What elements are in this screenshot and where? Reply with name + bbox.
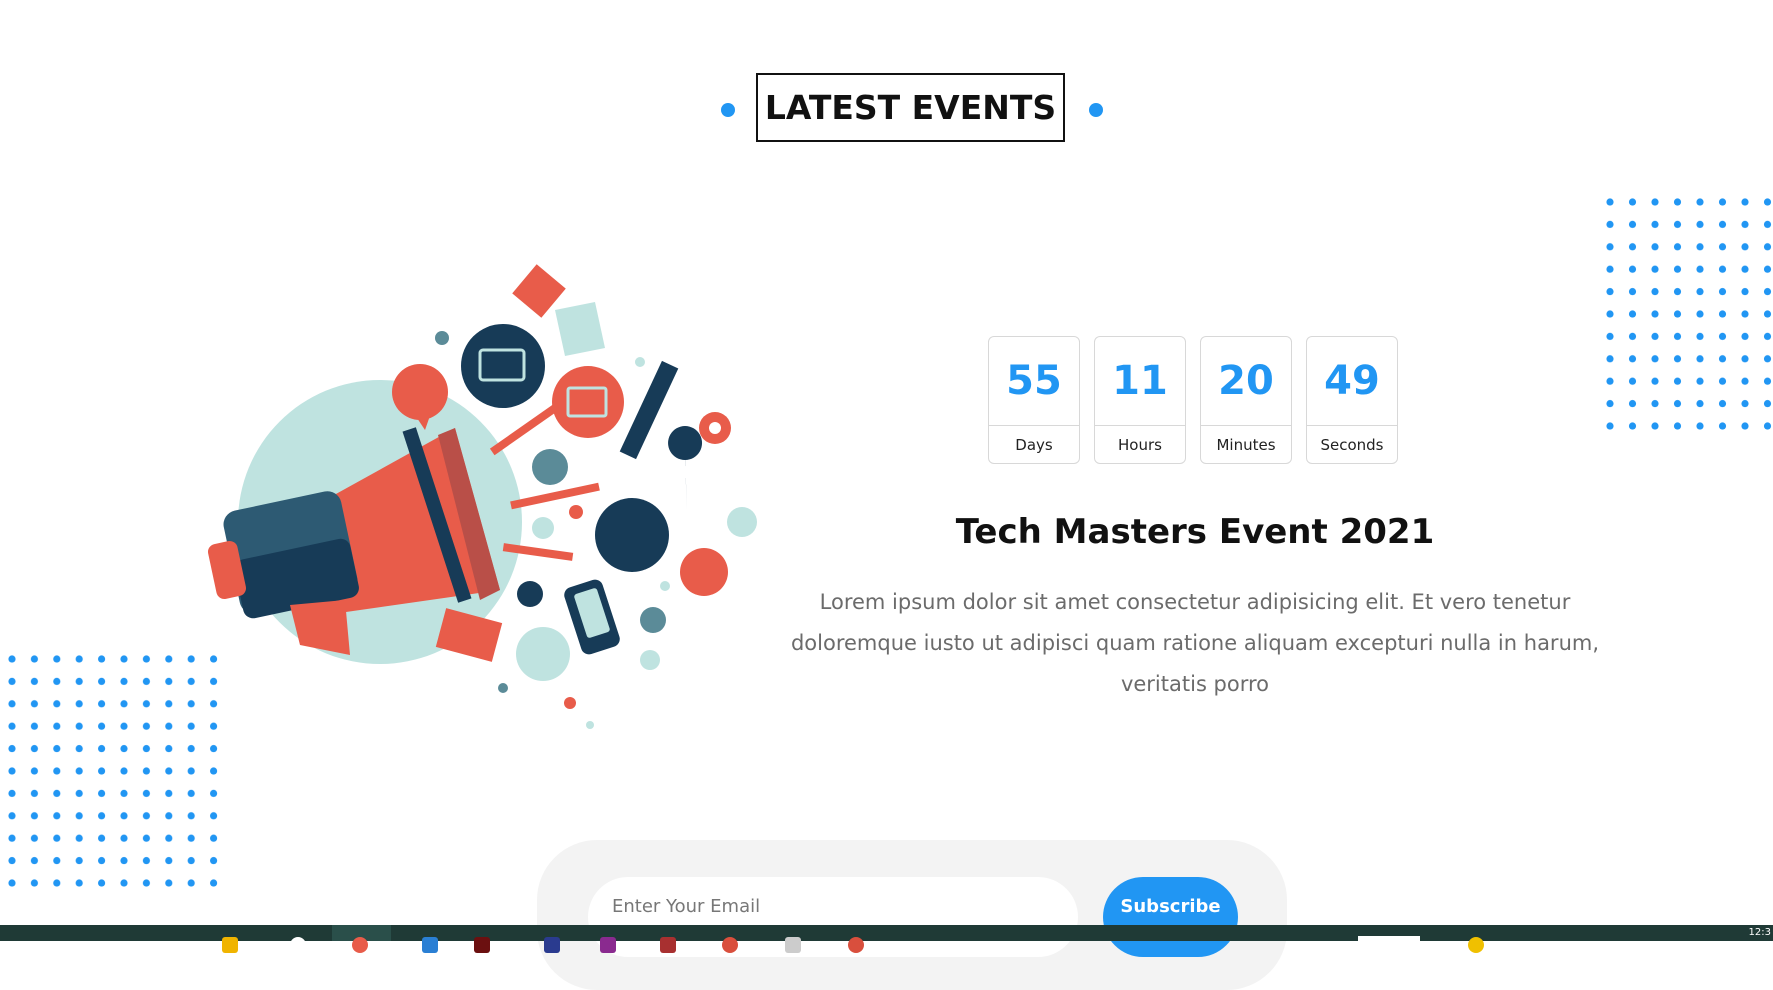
taskbar-app-icon[interactable] bbox=[222, 937, 238, 953]
taskbar-tray-icon[interactable] bbox=[1468, 937, 1484, 953]
taskbar bbox=[0, 925, 1773, 941]
countdown-seconds: 49 Seconds bbox=[1306, 336, 1398, 464]
countdown-label: Days bbox=[1015, 435, 1053, 454]
taskbar-app-icon[interactable] bbox=[544, 937, 560, 953]
countdown-value: 55 bbox=[989, 337, 1079, 426]
subscribe-button[interactable]: Subscribe bbox=[1103, 877, 1238, 957]
title-dot-right bbox=[1089, 103, 1103, 117]
taskbar-app-icon[interactable] bbox=[722, 937, 738, 953]
taskbar-app-icon[interactable] bbox=[785, 937, 801, 953]
countdown-value: 49 bbox=[1307, 337, 1397, 426]
countdown-days: 55 Days bbox=[988, 336, 1080, 464]
taskbar-search-box[interactable] bbox=[1358, 936, 1420, 941]
section-title: LATEST EVENTS bbox=[756, 73, 1065, 142]
taskbar-clock[interactable]: 12:3 bbox=[1749, 927, 1771, 938]
countdown-timer: 55 Days 11 Hours 20 Minutes 49 Seconds bbox=[988, 336, 1398, 464]
event-title: Tech Masters Event 2021 bbox=[955, 512, 1435, 552]
countdown-minutes: 20 Minutes bbox=[1200, 336, 1292, 464]
taskbar-app-icon[interactable] bbox=[474, 937, 490, 953]
title-dot-left bbox=[721, 103, 735, 117]
taskbar-app-icon[interactable] bbox=[422, 937, 438, 953]
countdown-label: Hours bbox=[1118, 435, 1162, 454]
dot-pattern-right bbox=[1600, 195, 1773, 435]
megaphone-icon bbox=[207, 264, 757, 729]
taskbar-app-icon[interactable] bbox=[600, 937, 616, 953]
dot-pattern-left bbox=[0, 652, 220, 892]
taskbar-app-icon[interactable] bbox=[352, 937, 368, 953]
countdown-label: Minutes bbox=[1216, 435, 1276, 454]
taskbar-app-icon[interactable] bbox=[848, 937, 864, 953]
countdown-value: 11 bbox=[1095, 337, 1185, 426]
countdown-label: Seconds bbox=[1320, 435, 1384, 454]
taskbar-app-icon[interactable] bbox=[290, 937, 306, 953]
event-description: Lorem ipsum dolor sit amet consectetur a… bbox=[790, 590, 1600, 696]
taskbar-app-icon[interactable] bbox=[660, 937, 676, 953]
countdown-hours: 11 Hours bbox=[1094, 336, 1186, 464]
countdown-value: 20 bbox=[1201, 337, 1291, 426]
